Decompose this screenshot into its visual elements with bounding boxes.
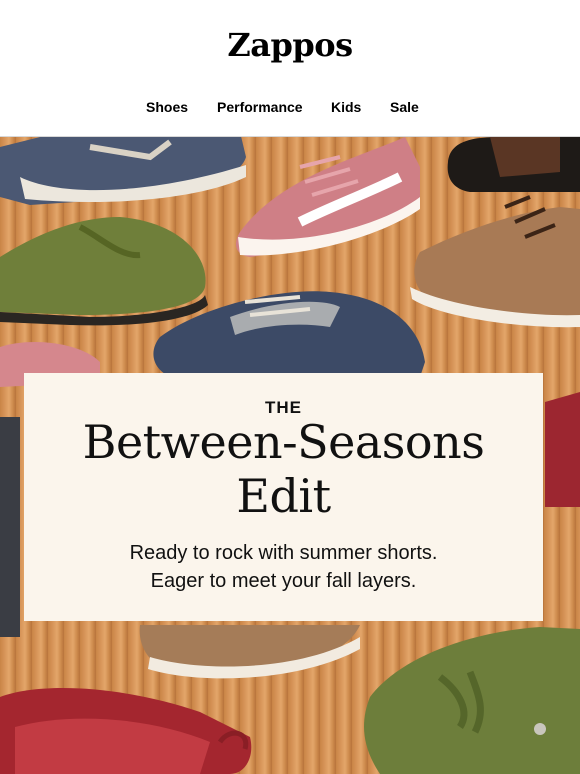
nav-item-performance[interactable]: Performance [217, 99, 303, 115]
pink-sneaker-image [235, 137, 420, 257]
green-loafer-bottom-right-image [364, 627, 580, 774]
hero-headline-line-1: Between-Seasons [82, 415, 485, 469]
blue-sneaker-top-left-image [0, 137, 246, 205]
green-suede-mule-image [0, 217, 208, 326]
email-header: Zappos Shoes Performance Kids Sale [0, 0, 580, 136]
top-nav: Shoes Performance Kids Sale [0, 99, 580, 119]
tan-suede-sneaker-image [410, 195, 580, 328]
hero-subtext-line-1: Ready to rock with summer shorts. [129, 542, 438, 564]
tan-sneaker-bottom-image [139, 625, 360, 679]
hero-text-card: THE Between-Seasons Edit Ready to rock w… [24, 373, 543, 621]
nav-item-shoes[interactable]: Shoes [146, 99, 188, 115]
hero-subtext: Ready to rock with summer shorts. Eager … [24, 539, 543, 595]
brown-sandal-image [447, 137, 580, 192]
zappos-logo[interactable]: Zappos [0, 26, 580, 64]
hero-headline: Between-Seasons Edit [24, 415, 543, 523]
hero-headline-line-2: Edit [236, 469, 331, 523]
nav-item-kids[interactable]: Kids [331, 99, 361, 115]
hero-subtext-line-2: Eager to meet your fall layers. [150, 570, 417, 592]
red-flat-right-edge-image [545, 392, 580, 507]
nav-item-sale[interactable]: Sale [390, 99, 419, 115]
red-mesh-flat-bottom-left-image [0, 688, 252, 774]
